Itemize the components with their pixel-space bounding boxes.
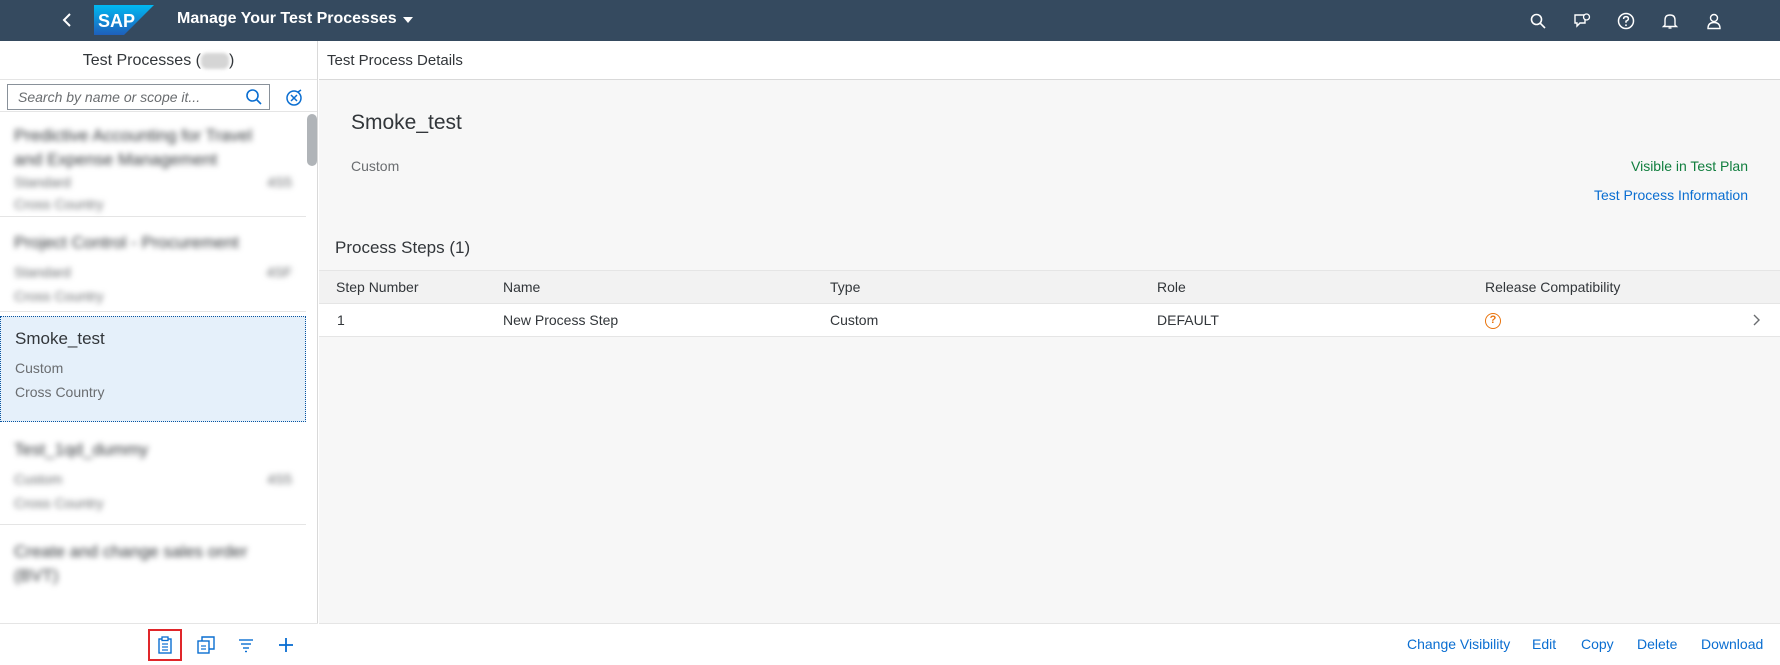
app-title: Manage Your Test Processes <box>177 10 397 27</box>
test-process-list: Predictive Accounting for Travel and Exp… <box>0 111 317 623</box>
cell-compatibility: ? <box>1485 304 1501 337</box>
list-item-selected[interactable]: Smoke_test Custom Cross Country <box>0 316 306 422</box>
copy-button[interactable]: Copy <box>1581 636 1614 652</box>
cell-type: Custom <box>830 312 879 328</box>
svg-text:SAP: SAP <box>98 11 135 31</box>
item-type: Standard <box>14 174 71 190</box>
clear-filter-icon[interactable] <box>284 88 304 108</box>
item-type: Custom <box>15 360 64 376</box>
item-name: Create and change sales order (BVT) <box>14 542 248 585</box>
col-name[interactable]: Name <box>503 271 540 304</box>
detail-title-bar: Test Process Details <box>319 41 1780 80</box>
add-icon[interactable] <box>273 633 299 657</box>
copy-to-plan-icon[interactable] <box>193 633 219 657</box>
scrollbar-thumb[interactable] <box>307 114 317 166</box>
item-name: Smoke_test <box>15 329 105 348</box>
search-field[interactable] <box>7 84 270 110</box>
master-footer-toolbar <box>0 623 318 665</box>
table-header: Step Number Name Type Role Release Compa… <box>319 270 1780 304</box>
chevron-right-icon[interactable] <box>1748 312 1764 328</box>
change-visibility-button[interactable]: Change Visibility <box>1407 636 1510 652</box>
item-type: Standard <box>14 264 71 280</box>
process-steps-title: Process Steps (1) <box>335 238 471 257</box>
col-role[interactable]: Role <box>1157 271 1186 304</box>
col-step-number[interactable]: Step Number <box>336 271 418 304</box>
cell-name: New Process Step <box>503 312 619 328</box>
shell-bar: SAP Manage Your Test Processes <box>0 0 1780 41</box>
clipboard-icon[interactable] <box>148 629 182 661</box>
col-type[interactable]: Type <box>830 271 860 304</box>
table-row[interactable]: 1 New Process Step Custom DEFAULT ? <box>319 304 1780 337</box>
item-number: 4S5 <box>267 471 292 487</box>
master-title-close: ) <box>228 52 235 69</box>
detail-footer-toolbar: Change Visibility Edit Copy Delete Downl… <box>319 623 1780 665</box>
list-item[interactable]: Project Control - Procurement Standard 4… <box>0 218 306 312</box>
delete-button[interactable]: Delete <box>1637 636 1677 652</box>
cell-role: DEFAULT <box>1157 312 1219 328</box>
item-scope: Cross Country <box>14 288 104 304</box>
caret-down-icon <box>402 17 413 23</box>
sort-icon[interactable] <box>233 633 259 657</box>
app-title-menu[interactable]: Manage Your Test Processes <box>177 10 413 28</box>
edit-button[interactable]: Edit <box>1532 636 1556 652</box>
col-release-compatibility[interactable]: Release Compatibility <box>1485 271 1620 304</box>
list-item[interactable]: Predictive Accounting for Travel and Exp… <box>0 112 306 217</box>
notifications-icon[interactable] <box>1658 9 1682 33</box>
item-name: Test_1qd_dummy <box>14 440 149 459</box>
process-category: Custom <box>351 158 400 174</box>
help-icon[interactable] <box>1614 9 1638 33</box>
search-input[interactable] <box>8 85 233 109</box>
list-item[interactable]: Test_1qd_dummy Custom 4S5 Cross Country <box>0 425 306 525</box>
process-name: Smoke_test <box>351 111 462 134</box>
search-icon[interactable] <box>1526 9 1550 33</box>
process-steps-table: Step Number Name Type Role Release Compa… <box>319 270 1780 337</box>
sap-logo[interactable]: SAP <box>94 5 154 35</box>
master-title: Test Processes () <box>0 41 317 80</box>
detail-panel: Test Process Details Smoke_test Custom V… <box>319 41 1780 665</box>
back-icon[interactable] <box>56 8 80 32</box>
blurred-count <box>200 52 229 69</box>
item-scope: Cross Country <box>14 495 104 511</box>
visibility-status: Visible in Test Plan <box>1631 158 1748 174</box>
item-scope: Cross Country <box>15 384 105 400</box>
item-number: 4S5 <box>267 174 292 190</box>
search-icon[interactable] <box>245 88 263 106</box>
item-type: Custom <box>14 471 63 487</box>
process-information-link[interactable]: Test Process Information <box>1594 187 1748 203</box>
list-item[interactable]: Create and change sales order (BVT) <box>0 526 306 623</box>
item-name: Project Control - Procurement <box>14 233 239 252</box>
feedback-icon[interactable] <box>1570 9 1594 33</box>
item-number: 4SF <box>266 264 292 280</box>
item-scope: Cross Country <box>14 196 104 212</box>
item-name: Predictive Accounting for Travel and Exp… <box>14 126 253 169</box>
question-icon: ? <box>1485 313 1501 330</box>
cell-step: 1 <box>337 312 345 328</box>
search-row <box>7 84 311 110</box>
master-title-label: Test Processes ( <box>82 52 201 69</box>
master-panel: Test Processes () Predictive Accounting … <box>0 41 318 665</box>
download-button[interactable]: Download <box>1701 636 1763 652</box>
user-icon[interactable] <box>1702 9 1726 33</box>
